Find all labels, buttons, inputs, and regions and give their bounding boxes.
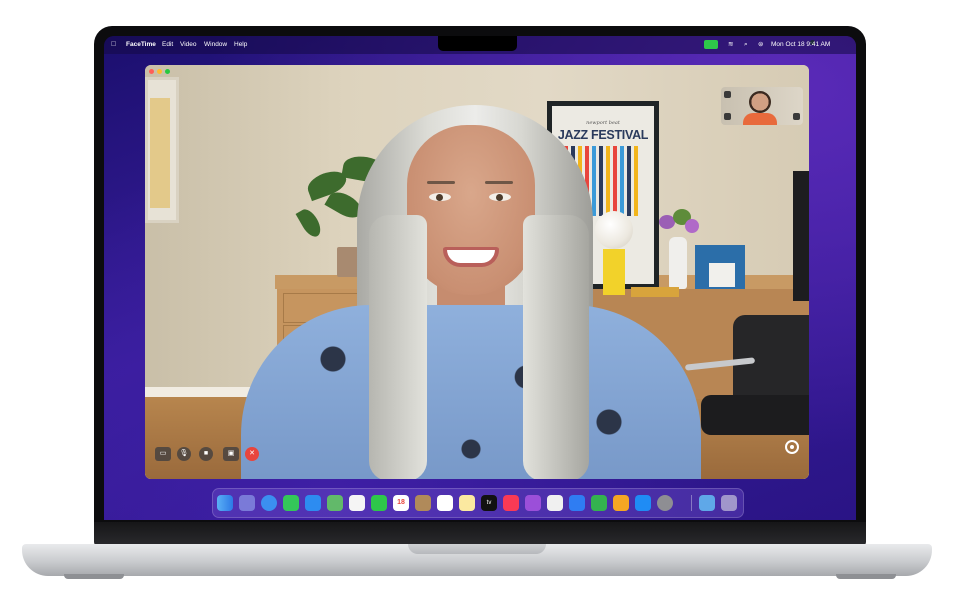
hair-strands-left [369,215,427,479]
person-sweater [241,305,701,479]
poster-subtitle: newport beat [586,120,620,126]
dock-separator [691,495,692,511]
menu-bar:  FaceTime Edit Video Window Help ≋ ⌕ ⊜ … [104,36,856,54]
facetime-window: newport beat JAZZ FESTIVAL ▭ 🎙 ■ ▣ ✕ [145,65,809,479]
vase [669,237,687,289]
keynote-icon[interactable] [569,495,585,511]
safari-icon[interactable] [261,495,277,511]
zoom-window-button[interactable] [165,69,170,74]
minimize-window-button[interactable] [157,69,162,74]
chair-seat [701,395,809,435]
music-icon[interactable] [503,495,519,511]
camera-toggle-button[interactable]: ■ [199,447,213,461]
facetime-icon[interactable] [371,495,387,511]
eye [489,193,511,201]
pip-expand-icon[interactable] [793,113,800,120]
calendar-icon[interactable]: 18 [393,495,409,511]
share-screen-button[interactable]: ▣ [223,447,239,461]
macbook-chin [94,522,866,546]
apple-tv-icon[interactable]: tv [481,495,497,511]
video-camera-icon: ■ [203,450,209,457]
pages-icon[interactable] [613,495,629,511]
shutter-icon [790,445,794,449]
live-photo-shutter-button[interactable] [785,440,799,454]
contacts-icon[interactable] [415,495,431,511]
end-call-button[interactable]: ✕ [245,447,259,461]
macbook-foot-left [64,574,124,579]
macbook-foot-right [836,574,896,579]
pen-holder [709,263,735,287]
lamp-shade [595,211,633,249]
sidebar-icon: ▭ [159,450,167,457]
books [631,287,679,297]
search-icon[interactable]: ⌕ [744,41,748,49]
flowers [685,219,699,233]
maps-icon[interactable] [327,495,343,511]
eyebrow [485,181,513,184]
share-screen-icon: ▣ [227,450,235,457]
menu-window[interactable]: Window [204,41,227,49]
eyebrow [427,181,455,184]
news-icon[interactable] [547,495,563,511]
screen:  FaceTime Edit Video Window Help ≋ ⌕ ⊜ … [104,36,856,520]
photos-icon[interactable] [349,495,365,511]
wifi-icon[interactable]: ≋ [728,41,733,49]
lamp-base [603,249,625,295]
reminders-icon[interactable] [437,495,453,511]
app-menu[interactable]: FaceTime [126,41,156,49]
notes-icon[interactable] [459,495,475,511]
end-call-icon: ✕ [249,450,255,457]
monitor [793,171,809,301]
poster-title: JAZZ FESTIVAL [557,128,649,142]
apple-menu-icon[interactable]:  [111,41,116,49]
plant-pot [337,247,359,277]
camera-notch [438,36,815,51]
finder-icon[interactable] [217,495,233,511]
microphone-icon: 🎙 [179,450,189,457]
pip-effects-icon[interactable] [724,91,731,98]
dock: 18 tv [212,488,744,518]
downloads-folder-icon[interactable] [699,495,715,511]
control-center-icon[interactable]: ⊜ [758,41,763,49]
mail-icon[interactable] [305,495,321,511]
menu-edit[interactable]: Edit [162,41,173,49]
menu-video[interactable]: Video [180,41,197,49]
mute-button[interactable]: 🎙 [177,447,191,461]
close-window-button[interactable] [149,69,154,74]
system-preferences-icon[interactable] [657,495,673,511]
eye [429,193,451,201]
podcasts-icon[interactable] [525,495,541,511]
self-view-body [743,113,777,125]
wall-art [145,77,179,223]
launchpad-icon[interactable] [239,495,255,511]
self-view-face [749,91,771,113]
app-store-icon[interactable] [635,495,651,511]
numbers-icon[interactable] [591,495,607,511]
trackpad-notch [408,544,546,554]
sidebar-toggle-button[interactable]: ▭ [155,447,171,461]
smile [443,247,499,267]
self-view-thumbnail[interactable] [721,87,803,125]
hair-strands-right [523,215,589,479]
pip-portrait-icon[interactable] [724,113,731,120]
messages-icon[interactable] [283,495,299,511]
trash-icon[interactable] [721,495,737,511]
menu-help[interactable]: Help [234,41,247,49]
clock[interactable]: Mon Oct 18 9:41 AM [771,41,830,49]
facetime-status-icon[interactable] [704,40,718,49]
